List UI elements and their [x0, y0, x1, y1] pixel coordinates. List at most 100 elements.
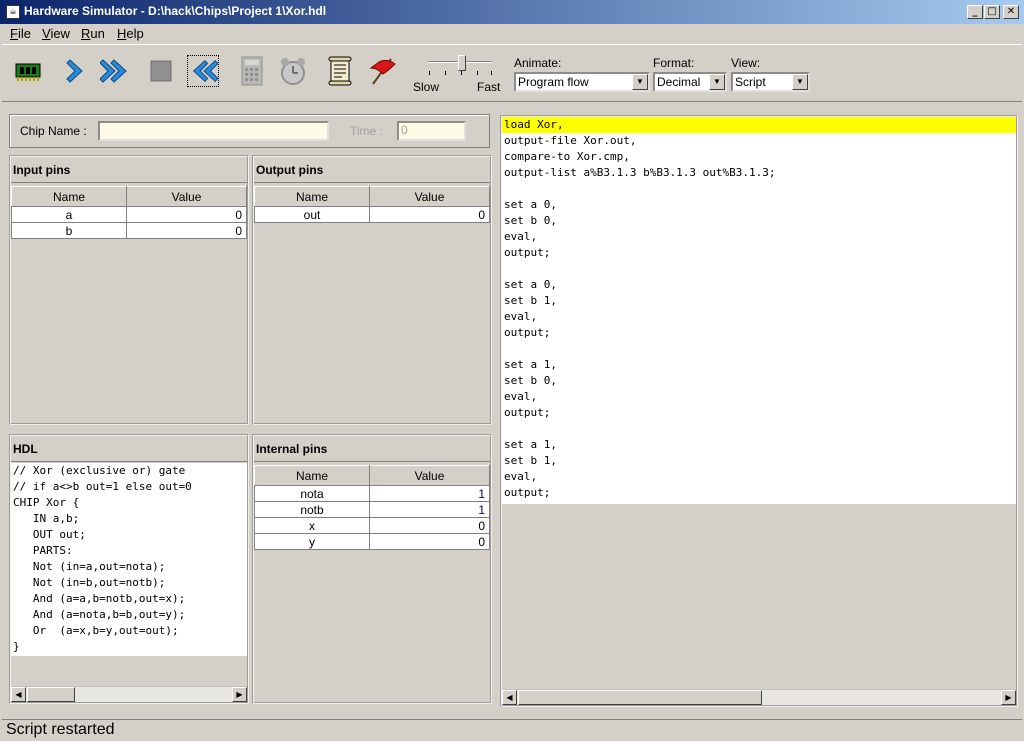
column-header-name[interactable]: Name — [254, 186, 370, 207]
menu-run[interactable]: Run — [81, 26, 105, 41]
scroll-thumb[interactable] — [518, 690, 762, 705]
hdl-line: // Xor (exclusive or) gate — [13, 464, 186, 477]
table-row[interactable]: out 0 — [254, 206, 490, 223]
pin-name: notb — [254, 501, 370, 518]
hdl-panel: HDL // Xor (exclusive or) gate // if a<>b… — [9, 434, 249, 704]
table-row[interactable]: x 0 — [254, 517, 490, 534]
single-step-button[interactable] — [60, 55, 92, 87]
script-line: load Xor, — [502, 117, 1016, 133]
run-button[interactable] — [100, 55, 132, 87]
scroll-thumb[interactable] — [27, 687, 75, 702]
pin-value[interactable]: 0 — [126, 222, 247, 239]
chip-name-row: Chip Name : Time : 0 — [9, 114, 490, 148]
pin-value[interactable]: 0 — [126, 206, 247, 223]
menu-view[interactable]: View — [42, 26, 70, 41]
script-line: eval, — [504, 310, 538, 323]
status-bar: Script restarted — [2, 719, 1022, 739]
script-line: output; — [504, 326, 551, 339]
script-view[interactable]: load Xor, output-file Xor.out, compare-to … — [502, 117, 1016, 504]
pin-name: y — [254, 533, 370, 550]
view-label: View: — [731, 56, 761, 70]
input-pins-title: Input pins — [11, 157, 247, 183]
stop-button[interactable] — [145, 55, 177, 87]
pin-name: nota — [254, 485, 370, 502]
close-button[interactable]: ✕ — [1003, 5, 1019, 19]
script-line: set b 1, — [504, 294, 557, 307]
table-row[interactable]: a 0 — [11, 206, 247, 223]
clock-icon — [281, 58, 305, 85]
scroll-left-icon[interactable]: ◀ — [502, 690, 517, 705]
chip-name-field[interactable] — [98, 121, 329, 141]
column-header-name[interactable]: Name — [11, 186, 127, 207]
scroll-right-icon[interactable]: ▶ — [1001, 690, 1016, 705]
scroll-right-icon[interactable]: ▶ — [232, 687, 247, 702]
hdl-line: OUT out; — [13, 528, 86, 541]
script-code: load Xor, output-file Xor.out, compare-to … — [502, 117, 1016, 501]
clock-button[interactable] — [277, 55, 309, 87]
time-field[interactable]: 0 — [397, 121, 466, 141]
column-header-value[interactable]: Value — [369, 186, 490, 207]
input-pins-table: Name Value a 0 b 0 — [11, 186, 247, 239]
maximize-button[interactable]: □ — [984, 5, 1000, 19]
script-line: eval, — [504, 230, 538, 243]
load-chip-button[interactable] — [12, 55, 44, 87]
calculator-icon — [241, 56, 263, 86]
hdl-line: Not (in=b,out=notb); — [13, 576, 166, 589]
pin-name: b — [11, 222, 127, 239]
slider-thumb[interactable] — [458, 55, 466, 71]
minimize-button[interactable]: _ — [967, 5, 983, 19]
table-row[interactable]: y 0 — [254, 533, 490, 550]
table-row[interactable]: b 0 — [11, 222, 247, 239]
hdl-horizontal-scrollbar[interactable]: ◀ ▶ — [11, 686, 247, 702]
breakpoint-button[interactable] — [366, 55, 398, 87]
format-select[interactable]: Decimal ▼ — [653, 72, 727, 92]
script-line: set b 0, — [504, 214, 557, 227]
output-pins-table: Name Value out 0 — [254, 186, 490, 223]
script-icon — [328, 56, 352, 86]
reset-button[interactable] — [187, 55, 219, 87]
view-value: Script — [735, 75, 766, 89]
pin-name: x — [254, 517, 370, 534]
chevron-down-icon: ▼ — [792, 74, 808, 90]
speed-fast-label: Fast — [477, 80, 501, 94]
menu-help[interactable]: Help — [117, 26, 144, 41]
script-line: set b 1, — [504, 454, 557, 467]
stop-icon — [150, 60, 172, 82]
script-line — [502, 261, 1016, 277]
animate-value: Program flow — [518, 75, 589, 89]
animate-select[interactable]: Program flow ▼ — [514, 72, 650, 92]
chevron-down-icon: ▼ — [709, 74, 725, 90]
table-row[interactable]: notb 1 — [254, 501, 490, 518]
script-horizontal-scrollbar[interactable]: ◀ ▶ — [502, 689, 1016, 705]
scroll-left-icon[interactable]: ◀ — [11, 687, 26, 702]
column-header-value[interactable]: Value — [126, 186, 247, 207]
output-pins-title: Output pins — [254, 157, 490, 183]
script-line — [502, 181, 1016, 197]
table-row[interactable]: nota 1 — [254, 485, 490, 502]
script-button[interactable] — [324, 55, 356, 87]
view-select[interactable]: Script ▼ — [731, 72, 810, 92]
hdl-code-view[interactable]: // Xor (exclusive or) gate // if a<>b out… — [11, 463, 247, 656]
column-header-value[interactable]: Value — [369, 465, 490, 486]
calculator-button[interactable] — [236, 55, 268, 87]
internal-pins-table: Name Value nota 1 notb 1 x 0 y 0 — [254, 465, 490, 550]
hdl-line: CHIP Xor { — [13, 496, 80, 509]
menu-file[interactable]: File — [10, 26, 31, 41]
hdl-line: // if a<>b out=1 else out=0 — [13, 480, 192, 493]
chip-icon — [15, 63, 41, 81]
animate-label: Animate: — [514, 56, 562, 70]
hdl-line: Not (in=a,out=nota); — [13, 560, 166, 573]
app-icon: ☕ — [6, 5, 20, 19]
chip-name-label: Chip Name : — [20, 124, 87, 138]
pin-name: a — [11, 206, 127, 223]
title-bar[interactable]: ☕ Hardware Simulator - D:\hack\Chips\Pro… — [0, 0, 1024, 24]
script-line: set a 1, — [504, 358, 557, 371]
input-pins-panel: Input pins Name Value a 0 b 0 — [9, 155, 249, 425]
speed-slider[interactable] — [426, 55, 494, 75]
format-label: Format: — [653, 56, 695, 70]
single-step-icon — [66, 59, 83, 83]
script-line — [502, 421, 1016, 437]
script-line: output-list a%B3.1.3 b%B3.1.3 out%B3.1.3… — [504, 166, 776, 179]
column-header-name[interactable]: Name — [254, 465, 370, 486]
hdl-line: IN a,b; — [13, 512, 80, 525]
